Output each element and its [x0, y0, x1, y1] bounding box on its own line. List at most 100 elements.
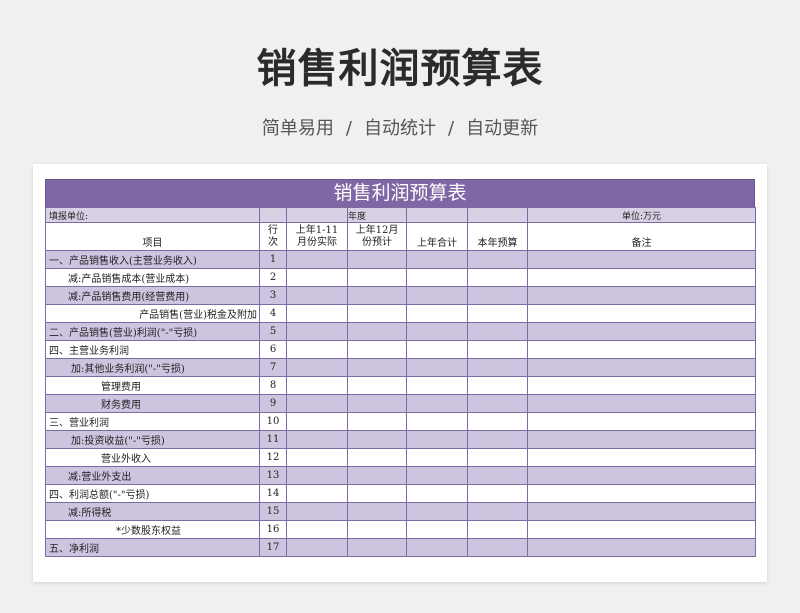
cell[interactable]: [467, 538, 528, 557]
info-cell: [467, 207, 528, 223]
cell[interactable]: [286, 502, 348, 521]
cell[interactable]: [286, 322, 348, 341]
row-label: *少数股东权益: [45, 520, 260, 539]
cell[interactable]: [527, 520, 756, 539]
row-label: 二、产品销售(营业)利润("-"亏损): [45, 322, 260, 341]
cell[interactable]: [406, 520, 468, 539]
cell[interactable]: [406, 286, 468, 305]
cell[interactable]: [286, 484, 348, 503]
cell[interactable]: [286, 394, 348, 413]
cell[interactable]: [347, 376, 407, 395]
cell[interactable]: [527, 538, 756, 557]
cell[interactable]: [406, 466, 468, 485]
cell[interactable]: [467, 286, 528, 305]
cell[interactable]: [467, 394, 528, 413]
cell[interactable]: [527, 376, 756, 395]
cell[interactable]: [527, 358, 756, 377]
cell[interactable]: [406, 394, 468, 413]
cell[interactable]: [406, 340, 468, 359]
cell[interactable]: [347, 448, 407, 467]
cell[interactable]: [467, 502, 528, 521]
row-no: 13: [259, 466, 287, 485]
cell[interactable]: [347, 430, 407, 449]
cell[interactable]: [406, 304, 468, 323]
row-no: 6: [259, 340, 287, 359]
cell[interactable]: [347, 304, 407, 323]
cell[interactable]: [286, 520, 348, 539]
subtitle-separator: /: [345, 118, 352, 139]
cell[interactable]: [347, 322, 407, 341]
row-no: 1: [259, 250, 287, 269]
cell[interactable]: [467, 322, 528, 341]
cell[interactable]: [347, 394, 407, 413]
cell[interactable]: [347, 520, 407, 539]
spreadsheet-preview-card: 销售利润预算表 填报单位: 年度 单位:万元 项目 行 次 上年1-11 月份实…: [33, 164, 767, 582]
cell[interactable]: [286, 340, 348, 359]
cell[interactable]: [406, 358, 468, 377]
cell[interactable]: [467, 376, 528, 395]
cell[interactable]: [467, 430, 528, 449]
cell[interactable]: [286, 430, 348, 449]
cell[interactable]: [286, 538, 348, 557]
cell[interactable]: [347, 538, 407, 557]
row-label: 加:投资收益("-"亏损): [45, 430, 260, 449]
cell[interactable]: [347, 466, 407, 485]
cell[interactable]: [406, 430, 468, 449]
cell[interactable]: [286, 250, 348, 269]
cell[interactable]: [286, 412, 348, 431]
cell[interactable]: [286, 304, 348, 323]
cell[interactable]: [467, 466, 528, 485]
cell[interactable]: [347, 484, 407, 503]
cell[interactable]: [527, 268, 756, 287]
cell[interactable]: [527, 412, 756, 431]
cell[interactable]: [347, 412, 407, 431]
cell[interactable]: [467, 358, 528, 377]
cell[interactable]: [347, 340, 407, 359]
cell[interactable]: [527, 466, 756, 485]
cell[interactable]: [467, 268, 528, 287]
cell[interactable]: [406, 448, 468, 467]
cell[interactable]: [286, 358, 348, 377]
cell[interactable]: [467, 412, 528, 431]
cell[interactable]: [467, 340, 528, 359]
cell[interactable]: [527, 484, 756, 503]
cell[interactable]: [527, 304, 756, 323]
cell[interactable]: [286, 466, 348, 485]
cell[interactable]: [467, 304, 528, 323]
cell[interactable]: [467, 250, 528, 269]
cell[interactable]: [406, 538, 468, 557]
cell[interactable]: [527, 448, 756, 467]
table-row: 管理费用 8: [45, 376, 756, 395]
cell[interactable]: [467, 484, 528, 503]
cell[interactable]: [347, 358, 407, 377]
cell[interactable]: [527, 394, 756, 413]
cell[interactable]: [406, 412, 468, 431]
cell[interactable]: [286, 286, 348, 305]
cell[interactable]: [406, 376, 468, 395]
cell[interactable]: [527, 430, 756, 449]
cell[interactable]: [347, 286, 407, 305]
cell[interactable]: [406, 322, 468, 341]
cell[interactable]: [406, 268, 468, 287]
cell[interactable]: [527, 322, 756, 341]
cell[interactable]: [286, 448, 348, 467]
cell[interactable]: [406, 484, 468, 503]
table-row: 三、营业利润 10: [45, 412, 756, 431]
cell[interactable]: [347, 250, 407, 269]
cell[interactable]: [527, 340, 756, 359]
row-label: 三、营业利润: [45, 412, 260, 431]
cell[interactable]: [347, 268, 407, 287]
cell[interactable]: [527, 502, 756, 521]
row-no: 5: [259, 322, 287, 341]
cell[interactable]: [406, 250, 468, 269]
cell[interactable]: [527, 250, 756, 269]
cell[interactable]: [406, 502, 468, 521]
cell[interactable]: [527, 286, 756, 305]
cell[interactable]: [286, 268, 348, 287]
cell[interactable]: [347, 502, 407, 521]
cell[interactable]: [467, 448, 528, 467]
cell[interactable]: [286, 376, 348, 395]
cell[interactable]: [467, 520, 528, 539]
info-row: 填报单位: 年度 单位:万元: [45, 207, 756, 223]
subtitle-separator: /: [448, 118, 455, 139]
